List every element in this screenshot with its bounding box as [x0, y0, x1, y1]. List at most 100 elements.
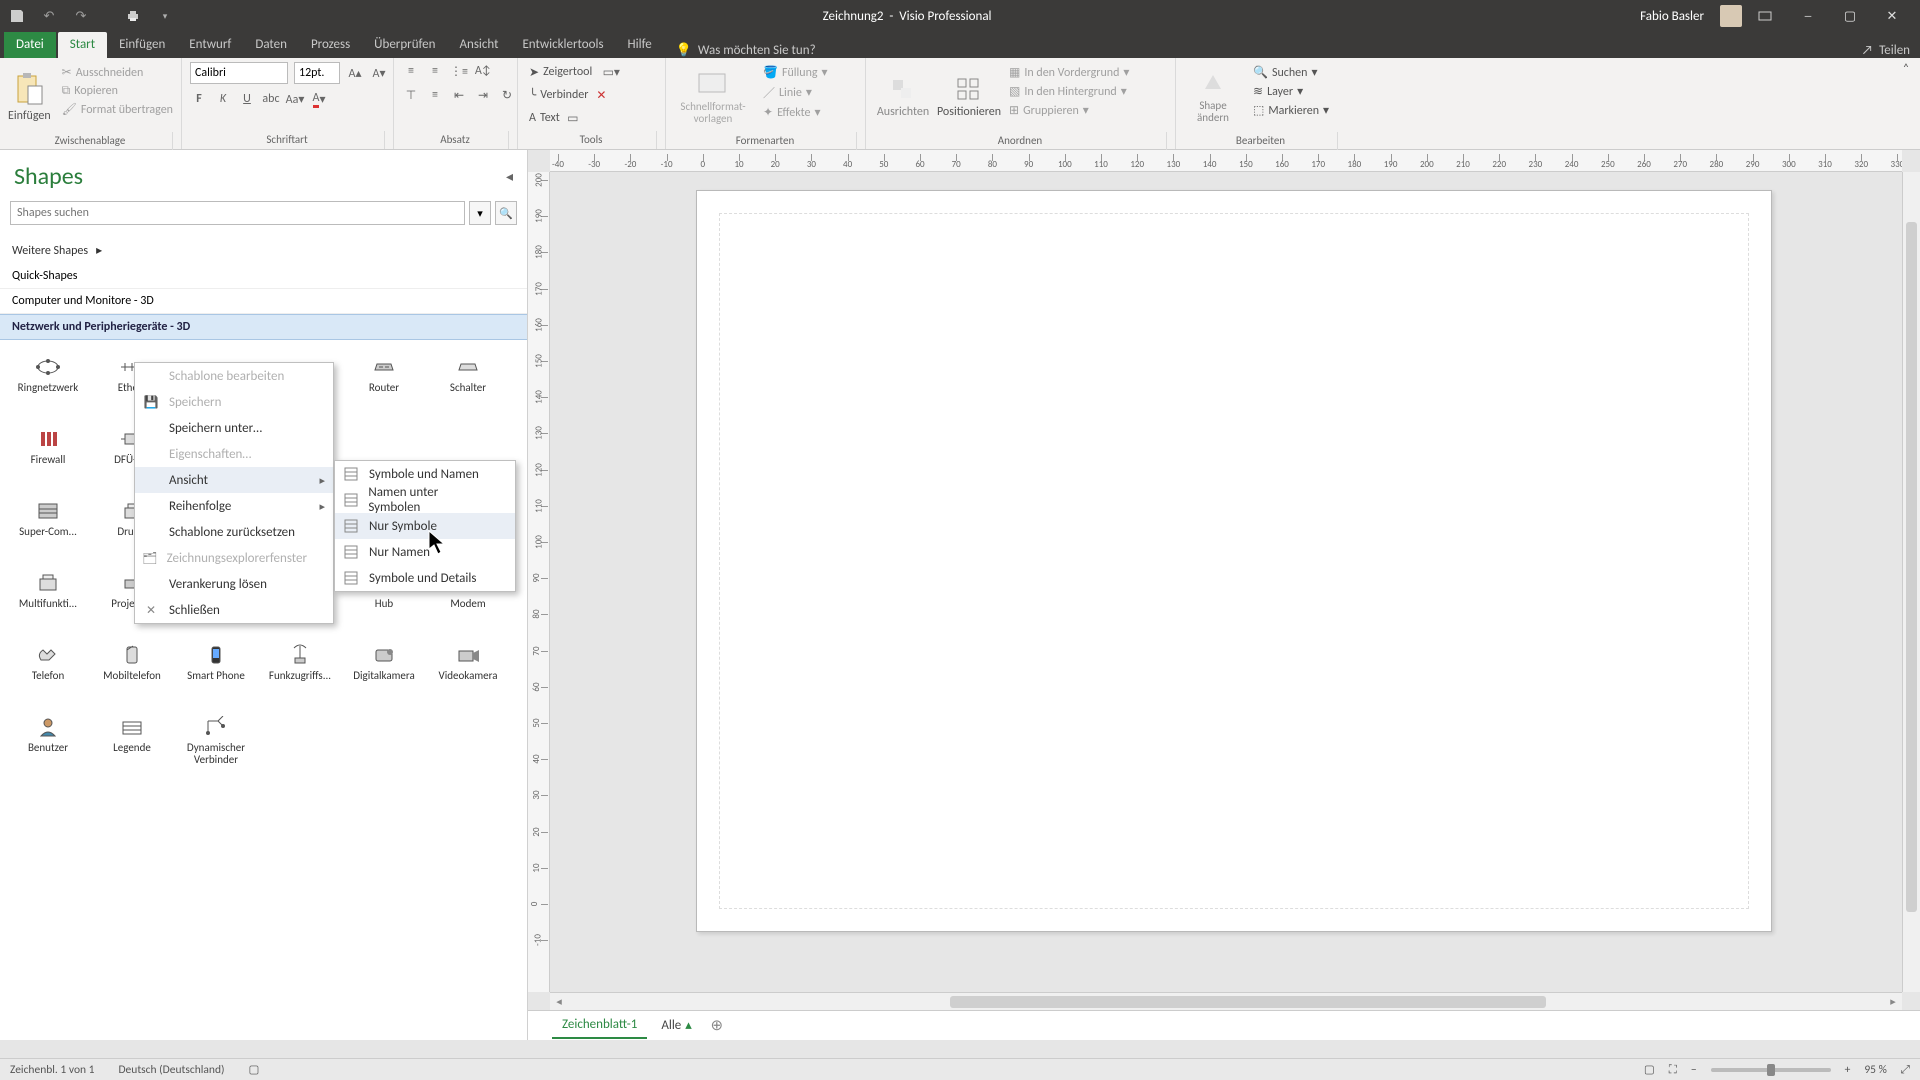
panel-collapse-icon[interactable]: ◂: [506, 168, 513, 185]
grow-font-icon[interactable]: A▴: [346, 64, 364, 82]
align-left-icon[interactable]: ≡: [402, 62, 420, 80]
ctx-item[interactable]: ✕Schließen: [135, 597, 333, 623]
select-button[interactable]: ⬚Markieren ▾: [1250, 102, 1332, 119]
maximize-button[interactable]: ▢: [1830, 4, 1870, 28]
tell-me[interactable]: 💡 Was möchten Sie tun?: [676, 43, 816, 58]
zoom-slider-thumb[interactable]: [1767, 1064, 1775, 1076]
submenu-item[interactable]: Nur Namen: [335, 539, 515, 565]
tab-hilfe[interactable]: Hilfe: [616, 32, 664, 58]
tab-entwurf[interactable]: Entwurf: [177, 32, 243, 58]
zoom-in-icon[interactable]: +: [1845, 1063, 1851, 1077]
zoom-slider[interactable]: [1711, 1068, 1831, 1072]
valign-top-icon[interactable]: ⊤: [402, 86, 420, 104]
underline-icon[interactable]: U: [238, 90, 256, 108]
shrink-font-icon[interactable]: A▾: [370, 64, 388, 82]
shapes-search-input[interactable]: [10, 201, 465, 225]
quick-styles-button[interactable]: Schnellformat-vorlagen: [674, 62, 752, 132]
tab-entwicklertools[interactable]: Entwicklertools: [510, 32, 615, 58]
status-language[interactable]: Deutsch (Deutschland): [118, 1063, 224, 1077]
undo-icon[interactable]: ↶: [40, 7, 58, 25]
send-back-button[interactable]: ▧In den Hintergrund ▾: [1006, 83, 1132, 100]
indent-dec-icon[interactable]: ⇤: [450, 86, 468, 104]
ctx-item[interactable]: Reihenfolge▸: [135, 493, 333, 519]
font-size-combo[interactable]: [294, 62, 340, 84]
hscroll-thumb[interactable]: [950, 996, 1546, 1008]
change-shape-button[interactable]: Shape ändern: [1184, 62, 1242, 132]
bold-icon[interactable]: F: [190, 90, 208, 108]
ctx-item[interactable]: Speichern unter…: [135, 415, 333, 441]
presentation-icon[interactable]: ▢: [1644, 1062, 1655, 1077]
connector-tool[interactable]: ╰Verbinder✕: [526, 85, 613, 105]
fill-button[interactable]: 🪣Füllung ▾: [760, 64, 831, 81]
ribbon-display-icon[interactable]: [1758, 9, 1772, 23]
scroll-left-icon[interactable]: ◂: [550, 995, 568, 1008]
ribbon-collapse-icon[interactable]: ˄: [1892, 58, 1920, 149]
drawing-stage[interactable]: [550, 172, 1902, 992]
user-name[interactable]: Fabio Basler: [1640, 9, 1704, 24]
qat-dropdown-icon[interactable]: ▾: [156, 7, 174, 25]
shape-item[interactable]: Telefon: [6, 638, 90, 708]
indent-inc-icon[interactable]: ⇥: [474, 86, 492, 104]
cut-button[interactable]: ✂Ausschneiden: [59, 64, 176, 81]
print-icon[interactable]: [124, 7, 142, 25]
shape-item[interactable]: Router: [342, 350, 426, 420]
submenu-item[interactable]: Symbole und Details: [335, 565, 515, 591]
horizontal-scrollbar[interactable]: ◂ ▸: [550, 992, 1902, 1010]
zoom-out-icon[interactable]: −: [1691, 1063, 1697, 1077]
textbox-icon[interactable]: ▭: [564, 109, 582, 127]
search-go-button[interactable]: 🔍: [495, 201, 517, 225]
textdirection-icon[interactable]: A↕: [474, 62, 492, 80]
tab-ueberpruefen[interactable]: Überprüfen: [362, 32, 447, 58]
pointer-tool[interactable]: ➤Zeigertool▭▾: [526, 62, 623, 82]
vertical-scrollbar[interactable]: [1902, 172, 1920, 992]
stencil-computer[interactable]: Computer und Monitore - 3D: [0, 289, 527, 314]
tab-daten[interactable]: Daten: [243, 32, 299, 58]
tab-start[interactable]: Start: [58, 32, 107, 58]
strike-icon[interactable]: abc: [262, 90, 280, 108]
add-sheet-button[interactable]: ⊕: [706, 1015, 728, 1037]
shape-item[interactable]: Funkzugriffs...: [258, 638, 342, 708]
font-color-icon[interactable]: A▾: [310, 90, 328, 108]
sheet-tab-1[interactable]: Zeichenblatt-1: [552, 1012, 647, 1039]
font-name-combo[interactable]: [190, 62, 288, 84]
submenu-item[interactable]: Namen unter Symbolen: [335, 487, 515, 513]
shape-item[interactable]: Super-Com...: [6, 494, 90, 564]
shape-item[interactable]: Ringnetzwerk: [6, 350, 90, 420]
align-button[interactable]: Ausrichten: [874, 62, 932, 132]
align-center-icon[interactable]: ≡: [426, 62, 444, 80]
line-button[interactable]: ／Linie ▾: [760, 83, 831, 102]
shape-item[interactable]: Schalter: [426, 350, 510, 420]
scroll-right-icon[interactable]: ▸: [1884, 995, 1902, 1008]
zoom-value[interactable]: 95 %: [1864, 1063, 1886, 1077]
stencil-quickshapes[interactable]: Quick-Shapes: [0, 264, 527, 289]
rotate-text-icon[interactable]: ↻: [498, 86, 516, 104]
drawing-page[interactable]: [696, 190, 1772, 932]
bring-front-button[interactable]: ▦In den Vordergrund ▾: [1006, 64, 1132, 81]
tab-einfuegen[interactable]: Einfügen: [107, 32, 177, 58]
save-icon[interactable]: [8, 7, 26, 25]
submenu-item[interactable]: Nur Symbole: [335, 513, 515, 539]
ctx-item[interactable]: Verankerung lösen: [135, 571, 333, 597]
fullscreen-icon[interactable]: ⛶: [1669, 1063, 1677, 1077]
layer-button[interactable]: ≋Layer ▾: [1250, 83, 1332, 100]
tab-prozess[interactable]: Prozess: [299, 32, 362, 58]
ctx-item[interactable]: Schablone zurücksetzen: [135, 519, 333, 545]
stencil-network[interactable]: Netzwerk und Peripheriegeräte - 3D: [0, 314, 527, 340]
macro-record-icon[interactable]: ▢: [248, 1062, 259, 1077]
case-icon[interactable]: Aa▾: [286, 90, 304, 108]
shape-item[interactable]: Legende: [90, 710, 174, 780]
search-dropdown-button[interactable]: ▾: [469, 201, 491, 225]
minimize-button[interactable]: ─: [1788, 4, 1828, 28]
effects-button[interactable]: ✦Effekte ▾: [760, 104, 831, 121]
vscroll-thumb[interactable]: [1906, 222, 1917, 912]
rect-icon[interactable]: ▭▾: [602, 63, 620, 81]
paste-button[interactable]: Einfügen: [8, 62, 51, 132]
share-button[interactable]: ↗ Teilen: [1862, 43, 1910, 58]
valign-mid-icon[interactable]: ≡: [426, 86, 444, 104]
shape-item[interactable]: Smart Phone: [174, 638, 258, 708]
submenu-item[interactable]: Symbole und Namen: [335, 461, 515, 487]
close-window-button[interactable]: ✕: [1872, 4, 1912, 28]
ctx-item[interactable]: Ansicht▸: [135, 467, 333, 493]
tab-ansicht[interactable]: Ansicht: [447, 32, 510, 58]
bullets-icon[interactable]: ⋮≡: [450, 62, 468, 80]
